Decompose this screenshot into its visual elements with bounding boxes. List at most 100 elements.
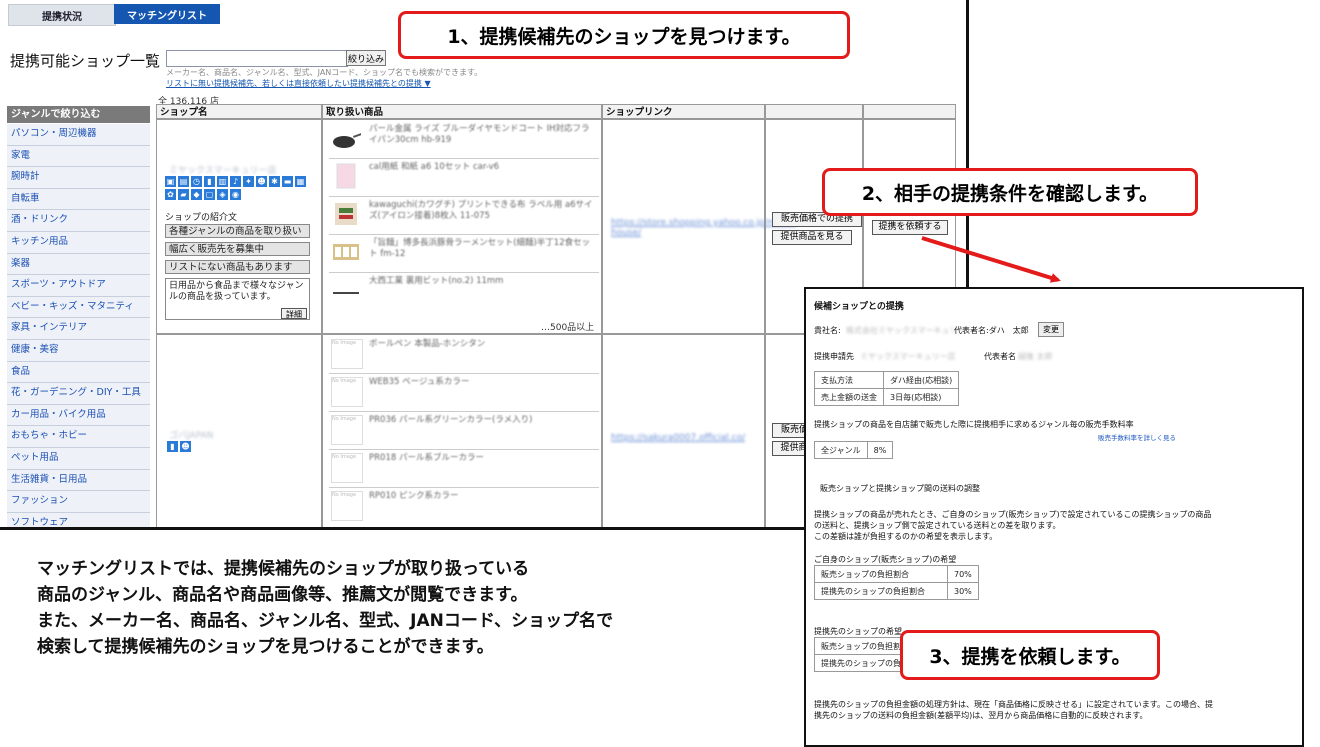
bottle-icon: ▮ xyxy=(204,176,215,187)
product-item[interactable]: No Image WEB35 ベージュ系カラー xyxy=(329,373,599,412)
sport-icon: ✦ xyxy=(243,176,254,187)
change-button[interactable]: 変更 xyxy=(1038,322,1064,337)
shop-link-cell: https://sakura0007.official.co/ xyxy=(602,334,765,527)
genre-item[interactable]: 腕時計 xyxy=(7,167,150,189)
explanation-line: また、メーカー名、商品名、ジャンル名、型式、JANコード、ショップ名で xyxy=(37,611,614,631)
partner-preference-heading: 提携先のショップの希望 xyxy=(814,627,902,636)
genre-item[interactable]: カー用品・バイク用品 xyxy=(7,404,150,427)
frying-pan-image xyxy=(333,132,361,148)
page-title: 提携可能ショップ一覧 xyxy=(10,52,161,70)
footer-text: 提携先のショップの負担金額の処理方針は、現在「商品価格に反映させる」に設定されて… xyxy=(814,700,1213,709)
table-cell: 売上金額の送金 xyxy=(814,388,884,406)
no-image-placeholder: No Image xyxy=(331,453,363,483)
bag-icon: ▥ xyxy=(217,176,228,187)
tab-status[interactable]: 提携状況 xyxy=(8,4,116,26)
genre-item[interactable]: パソコン・周辺機器 xyxy=(7,124,150,146)
flower-icon: ✿ xyxy=(165,189,176,200)
table-cell: 全ジャンル xyxy=(814,441,868,459)
car-icon: ▰ xyxy=(178,189,189,200)
product-item[interactable]: No Image PR036 パール系グリーンカラー(ラメ入り) xyxy=(329,411,599,450)
genre-item[interactable]: 花・ガーデニング・DIY・工具 xyxy=(7,383,150,405)
tv-icon: ▤ xyxy=(178,176,189,187)
own-preference-heading: ご自身のショップ(販売ショップ)の希望 xyxy=(814,555,957,564)
genre-item[interactable]: ペット用品 xyxy=(7,447,150,470)
product-item[interactable]: 大西工業 裏用ビット(no.2) 11mm xyxy=(329,272,599,310)
table-cell: 30% xyxy=(947,582,979,600)
direct-request-link[interactable]: リストに無い提携候補先、若しくは直接依頼したい提携候補先との提携 ▼ xyxy=(166,78,431,89)
genre-item[interactable]: 家電 xyxy=(7,145,150,168)
genre-item[interactable]: 生活雑貨・日用品 xyxy=(7,469,150,492)
genre-item[interactable]: おもちゃ・ホビー xyxy=(7,426,150,448)
commission-detail-link[interactable]: 販売手数料率を詳しく見る xyxy=(1098,432,1176,442)
shop-link-cell: https://store.shopping.yahoo.co.jp/mixar… xyxy=(602,119,796,334)
genre-item[interactable]: 酒・ドリンク xyxy=(7,210,150,232)
product-item[interactable]: cal用紙 和紙 a6 10セット car-v6 xyxy=(329,158,599,197)
watch-icon: ◷ xyxy=(191,176,202,187)
baby-icon: ☻ xyxy=(256,176,267,187)
product-name: パール金属 ライズ ブルーダイヤモンドコート IH対応フライパン30cm hb-… xyxy=(369,124,590,145)
tab-matching-list[interactable]: マッチングリスト xyxy=(114,4,220,24)
shop-name[interactable]: ゴバJAPAN xyxy=(169,428,213,441)
genre-item[interactable]: 自転車 xyxy=(7,188,150,211)
product-item[interactable]: kawaguchi(カワグチ) プリントできる布 ラベル用 a6サイズ(アイロン… xyxy=(329,196,599,235)
genre-item[interactable]: ソフトウェア xyxy=(7,512,150,527)
genre-item[interactable]: ベビー・キッズ・マタニティ xyxy=(7,296,150,319)
product-item[interactable]: パール金属 ライズ ブルーダイヤモンドコート IH対応フライパン30cm hb-… xyxy=(329,120,599,159)
callout-step-1: 1、提携候補先のショップを見つけます。 xyxy=(398,11,850,59)
shop-info-cell: ゴバJAPAN ▮ ☻ xyxy=(156,334,322,527)
company-label: 貴社名: xyxy=(814,326,841,335)
genre-item[interactable]: 家具・インテリア xyxy=(7,318,150,340)
request-partnership-button[interactable]: 提携を依頼する xyxy=(872,220,948,235)
grid-icon: ▦ xyxy=(295,176,306,187)
bottle-icon: ▮ xyxy=(167,441,178,452)
product-item[interactable]: 「旨麺」博多長浜豚骨ラーメンセット(細麺)半丁12食セット fm-12 xyxy=(329,234,599,273)
shipping-text: この差額は誰が負担するのかの希望を表示します。 xyxy=(814,532,998,541)
filter-button[interactable]: 絞り込み xyxy=(346,50,386,66)
genre-item[interactable]: 楽器 xyxy=(7,253,150,276)
ramen-pack-image xyxy=(333,244,359,260)
payment-table: 支払方法 ダハ経由(応相談) 売上金額の送金 3日毎(応相談) xyxy=(814,371,960,406)
commission-text: 提携ショップの商品を自店舗で販売した際に提携相手に求めるジャンル毎の販売手数料率 xyxy=(814,420,1134,429)
genre-item[interactable]: スポーツ・アウトドア xyxy=(7,275,150,297)
paper-image xyxy=(336,163,356,189)
intro-label: ショップの紹介文 xyxy=(165,213,238,223)
no-image-placeholder: No Image xyxy=(331,339,363,369)
toy-icon: ◆ xyxy=(191,189,202,200)
product-item[interactable]: No Image ボールペン 本製品-ホンシタン xyxy=(329,335,599,374)
product-item[interactable]: No Image RP010 ピンク系カラー xyxy=(329,487,599,525)
more-products-count: …500品以上 xyxy=(541,323,595,333)
product-item[interactable]: No Image PR018 パール系ブルーカラー xyxy=(329,449,599,488)
no-image-placeholder: No Image xyxy=(331,415,363,445)
shop-name[interactable]: ミヤックスマーキュリー店 xyxy=(169,163,276,176)
column-header-shop-link: ショップリンク xyxy=(602,104,765,119)
genre-item[interactable]: 食品 xyxy=(7,361,150,384)
genre-item[interactable]: キッチン用品 xyxy=(7,231,150,254)
detail-button[interactable]: 詳細 xyxy=(281,308,307,319)
genre-item[interactable]: 健康・美容 xyxy=(7,339,150,362)
baby-icon: ☻ xyxy=(180,441,191,452)
no-image-placeholder: No Image xyxy=(331,377,363,407)
column-header-empty xyxy=(765,104,863,119)
music-icon: ♪ xyxy=(230,176,241,187)
own-preference-table: 販売ショップの負担割合 70% 提携先のショップの負担割合 30% xyxy=(814,565,979,600)
table-cell: 支払方法 xyxy=(814,371,884,389)
product-name: PR018 パール系ブルーカラー xyxy=(369,453,484,463)
feature-tag: 幅広く販売先を募集中 xyxy=(165,242,310,256)
shop-link[interactable]: https://sakura0007.official.co/ xyxy=(611,433,745,443)
applicant-rep-label: 代表者名 xyxy=(984,352,1016,361)
search-input[interactable] xyxy=(166,50,348,67)
view-products-button[interactable]: 提供商品を見る xyxy=(772,230,852,245)
no-image-placeholder: No Image xyxy=(331,491,363,521)
product-name: 「旨麺」博多長浜豚骨ラーメンセット(細麺)半丁12食セット fm-12 xyxy=(369,238,591,259)
product-name: RP010 ピンク系カラー xyxy=(369,491,459,501)
shop-link[interactable]: https://store.shopping.yahoo.co.jp/mixar… xyxy=(611,218,796,238)
explanation-text: マッチングリストでは、提携候補先のショップが取り扱っている 商品のジャンル、商品… xyxy=(37,556,797,660)
shipping-text: 提携ショップの商品が売れたとき、ご自身のショップ(販売ショップ)で設定されている… xyxy=(814,510,1212,519)
callout-step-3: 3、提携を依頼します。 xyxy=(900,630,1160,680)
genre-item[interactable]: ファッション xyxy=(7,491,150,513)
explanation-line: マッチングリストでは、提携候補先のショップが取り扱っている xyxy=(37,559,530,579)
feature-tag: リストにない商品もあります xyxy=(165,260,310,274)
footer-text: 携先のショップの送料の負担金額(差額平均)は、翌月から商品価格に自動的に反映され… xyxy=(814,711,1148,720)
representative-label: 代表者名:ダハ 太郎 xyxy=(954,326,1029,335)
fashion-icon: ◈ xyxy=(217,189,228,200)
